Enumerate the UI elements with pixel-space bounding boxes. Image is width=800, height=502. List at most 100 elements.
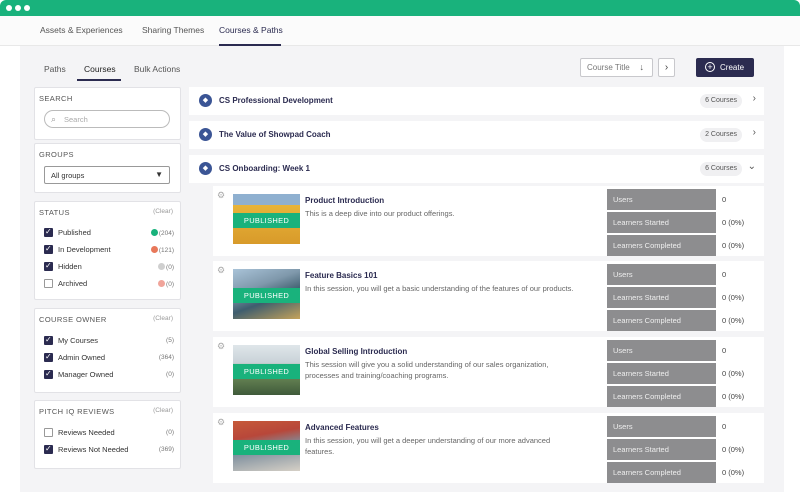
collection-row[interactable]: ◆ The Value of Showpad Coach 2 Courses › bbox=[189, 121, 764, 149]
groups-selected-value: All groups bbox=[51, 171, 85, 180]
checkbox[interactable] bbox=[44, 444, 53, 454]
filter-count-value: (121) bbox=[158, 247, 174, 254]
top-nav: Assets & Experiences Sharing Themes Cour… bbox=[0, 16, 800, 46]
next-button[interactable]: › bbox=[658, 58, 675, 77]
owner-filter-my-courses[interactable]: My Courses (5) bbox=[44, 335, 174, 347]
course-description: This session will give you a solid under… bbox=[305, 360, 549, 380]
published-badge: PUBLISHED bbox=[233, 288, 300, 303]
collection-name: CS Onboarding: Week 1 bbox=[219, 164, 310, 173]
window-dot-icon bbox=[15, 5, 21, 11]
subtab-courses[interactable]: Courses bbox=[84, 64, 116, 74]
filter-label: Reviews Not Needed bbox=[58, 445, 129, 454]
course-card[interactable]: ⚙ PUBLISHED Product Introduction This is… bbox=[213, 186, 764, 256]
course-thumbnail: PUBLISHED bbox=[233, 421, 300, 471]
gear-icon[interactable]: ⚙ bbox=[217, 265, 225, 276]
stat-label: Learners Started bbox=[607, 287, 716, 308]
owner-filter-manager-owned[interactable]: Manager Owned (0) bbox=[44, 369, 174, 381]
status-filter-hidden[interactable]: Hidden (0) bbox=[44, 261, 174, 273]
filter-label: In Development bbox=[58, 245, 111, 254]
caret-down-icon: ▼ bbox=[155, 170, 163, 179]
chevron-right-icon[interactable]: › bbox=[753, 93, 756, 104]
stat-label: Learners Completed bbox=[607, 386, 716, 407]
subtab-bulk-actions[interactable]: Bulk Actions bbox=[134, 64, 180, 74]
stat-value: 0 (0%) bbox=[722, 241, 745, 250]
status-filter-published[interactable]: Published (204) bbox=[44, 227, 174, 239]
status-dot-icon bbox=[150, 246, 158, 253]
checkbox[interactable] bbox=[44, 279, 53, 288]
checkbox[interactable] bbox=[44, 261, 53, 271]
status-clear-link[interactable]: (Clear) bbox=[153, 208, 173, 215]
course-card[interactable]: ⚙ PUBLISHED Global Selling Introduction … bbox=[213, 337, 764, 407]
sort-dropdown[interactable]: Course Title ↓ bbox=[580, 58, 653, 77]
chevron-down-icon[interactable]: ⌄ bbox=[748, 161, 756, 172]
stat-label: Learners Started bbox=[607, 212, 716, 233]
stat-label: Learners Started bbox=[607, 363, 716, 384]
collection-name: The Value of Showpad Coach bbox=[219, 130, 331, 139]
stat-value: 0 (0%) bbox=[722, 293, 745, 302]
tab-sharing-themes[interactable]: Sharing Themes bbox=[142, 25, 204, 35]
collection-row-expanded[interactable]: ◆ CS Onboarding: Week 1 6 Courses ⌄ bbox=[189, 155, 764, 183]
status-dot-icon bbox=[150, 229, 158, 236]
gear-icon[interactable]: ⚙ bbox=[217, 190, 225, 201]
course-title[interactable]: Advanced Features bbox=[305, 423, 379, 432]
course-title[interactable]: Product Introduction bbox=[305, 196, 384, 205]
pitch-filter-reviews-not-needed[interactable]: Reviews Not Needed (369) bbox=[44, 444, 174, 456]
status-heading: STATUS bbox=[39, 208, 70, 217]
checkbox[interactable] bbox=[44, 428, 53, 437]
gear-icon[interactable]: ⚙ bbox=[217, 341, 225, 352]
checkbox[interactable] bbox=[44, 369, 53, 379]
course-owner-panel: COURSE OWNER (Clear) My Courses (5) Admi… bbox=[34, 308, 181, 393]
filter-label: Published bbox=[58, 228, 91, 237]
groups-select[interactable]: All groups ▼ bbox=[44, 166, 170, 184]
filter-label: Reviews Needed bbox=[58, 428, 115, 437]
collection-count-badge: 6 Courses bbox=[700, 162, 742, 176]
filter-count: (369) bbox=[158, 446, 174, 453]
window-titlebar bbox=[0, 0, 800, 16]
pitch-filter-reviews-needed[interactable]: Reviews Needed (0) bbox=[44, 427, 174, 439]
owner-filter-admin-owned[interactable]: Admin Owned (364) bbox=[44, 352, 174, 364]
course-card[interactable]: ⚙ PUBLISHED Feature Basics 101 In this s… bbox=[213, 261, 764, 331]
filter-count: (0) bbox=[166, 371, 174, 378]
status-filter-in-development[interactable]: In Development (121) bbox=[44, 244, 174, 256]
course-title[interactable]: Feature Basics 101 bbox=[305, 271, 378, 280]
tab-courses-paths[interactable]: Courses & Paths bbox=[219, 25, 283, 35]
checkbox[interactable] bbox=[44, 244, 53, 254]
create-label: Create bbox=[720, 63, 745, 72]
create-button[interactable]: + Create bbox=[696, 58, 754, 77]
stat-value: 0 bbox=[722, 195, 727, 204]
search-icon: ⌕ bbox=[51, 114, 57, 124]
stat-value: 0 (0%) bbox=[722, 369, 745, 378]
stat-label: Users bbox=[607, 189, 716, 210]
filter-label: Admin Owned bbox=[58, 353, 106, 362]
gear-icon[interactable]: ⚙ bbox=[217, 417, 225, 428]
filter-label: Hidden bbox=[58, 262, 82, 271]
course-description: In this session, you will get a deeper u… bbox=[305, 436, 551, 456]
checkbox[interactable] bbox=[44, 227, 53, 237]
status-filter-archived[interactable]: Archived (0) bbox=[44, 278, 174, 290]
pitch-iq-clear-link[interactable]: (Clear) bbox=[153, 407, 173, 414]
collection-count-badge: 2 Courses bbox=[700, 128, 742, 142]
stat-label: Users bbox=[607, 340, 716, 361]
tab-assets-experiences[interactable]: Assets & Experiences bbox=[40, 25, 123, 35]
stat-value: 0 (0%) bbox=[722, 468, 745, 477]
filter-count: (0) bbox=[158, 280, 174, 288]
published-badge: PUBLISHED bbox=[233, 364, 300, 379]
search-input[interactable]: ⌕ Search bbox=[44, 110, 170, 128]
course-card[interactable]: ⚙ PUBLISHED Advanced Features In this se… bbox=[213, 413, 764, 483]
stat-label: Learners Started bbox=[607, 439, 716, 460]
stat-label: Learners Completed bbox=[607, 310, 716, 331]
course-owner-clear-link[interactable]: (Clear) bbox=[153, 315, 173, 322]
plus-circle-icon: + bbox=[705, 62, 715, 72]
filter-count-value: (204) bbox=[158, 230, 174, 237]
collection-row[interactable]: ◆ CS Professional Development 6 Courses … bbox=[189, 87, 764, 115]
course-title[interactable]: Global Selling Introduction bbox=[305, 347, 407, 356]
subtab-paths[interactable]: Paths bbox=[44, 64, 66, 74]
checkbox[interactable] bbox=[44, 335, 53, 345]
pitch-iq-panel: PITCH IQ REVIEWS (Clear) Reviews Needed … bbox=[34, 400, 181, 469]
checkbox[interactable] bbox=[44, 352, 53, 362]
filter-count: (364) bbox=[158, 354, 174, 361]
stat-value: 0 (0%) bbox=[722, 445, 745, 454]
course-thumbnail: PUBLISHED bbox=[233, 194, 300, 244]
chevron-right-icon[interactable]: › bbox=[753, 127, 756, 138]
sort-label: Course Title bbox=[587, 63, 630, 72]
